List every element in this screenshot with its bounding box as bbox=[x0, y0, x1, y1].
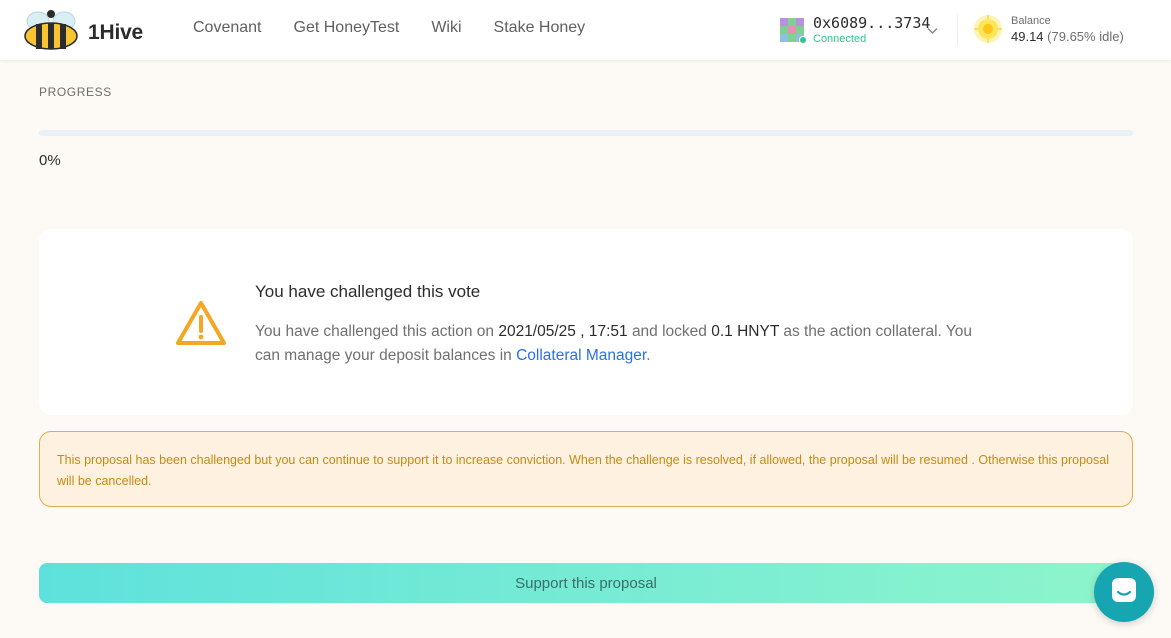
identicon-icon bbox=[780, 18, 807, 44]
challenge-date: 2021/05/25 , 17:51 bbox=[498, 323, 628, 340]
account-button[interactable]: 0x6089...3734 Connected bbox=[780, 14, 930, 46]
challenge-text-end: . bbox=[646, 347, 651, 364]
challenge-card: You have challenged this vote You have c… bbox=[39, 229, 1133, 415]
challenge-text-prefix: You have challenged this action on bbox=[255, 323, 495, 340]
challenge-text-mid: and locked bbox=[631, 323, 707, 340]
bee-logo-icon bbox=[22, 9, 80, 56]
challenge-description: You have challenged this action on 2021/… bbox=[255, 320, 995, 368]
warning-icon bbox=[174, 299, 228, 352]
top-header: 1Hive Covenant Get HoneyTest Wiki Stake … bbox=[0, 0, 1171, 60]
connection-status: Connected bbox=[813, 33, 867, 45]
collateral-amount: 0.1 HNYT bbox=[711, 323, 780, 340]
challenge-notice: This proposal has been challenged but yo… bbox=[39, 431, 1133, 507]
chevron-down-icon[interactable] bbox=[927, 22, 938, 40]
progress-bar bbox=[39, 130, 1133, 136]
brand-name: 1Hive bbox=[88, 20, 144, 44]
brand-logo[interactable]: 1Hive bbox=[22, 9, 143, 56]
collateral-manager-link[interactable]: Collateral Manager bbox=[516, 347, 646, 364]
chat-icon bbox=[1110, 576, 1138, 609]
support-proposal-button[interactable]: Support this proposal bbox=[39, 563, 1133, 603]
progress-percent: 0% bbox=[39, 152, 61, 169]
nav-covenant[interactable]: Covenant bbox=[193, 19, 262, 37]
balance-value: 49.14 bbox=[1011, 29, 1044, 44]
connected-dot bbox=[799, 36, 807, 44]
challenge-title: You have challenged this vote bbox=[255, 282, 481, 301]
nav-stake-honey[interactable]: Stake Honey bbox=[494, 19, 586, 37]
progress-label: PROGRESS bbox=[39, 85, 112, 99]
header-divider bbox=[957, 14, 958, 46]
nav-get-honeytest[interactable]: Get HoneyTest bbox=[294, 19, 400, 37]
balance-widget[interactable]: Balance 49.14 (79.65% idle) bbox=[973, 14, 1124, 49]
main-nav: Covenant Get HoneyTest Wiki Stake Honey bbox=[193, 19, 617, 37]
balance-label: Balance bbox=[1011, 15, 1051, 27]
account-address: 0x6089...3734 bbox=[813, 14, 931, 32]
nav-wiki[interactable]: Wiki bbox=[431, 19, 461, 37]
balance-idle: (79.65% idle) bbox=[1047, 29, 1124, 44]
chat-launcher-button[interactable] bbox=[1094, 562, 1154, 622]
honey-token-icon bbox=[973, 14, 1003, 49]
